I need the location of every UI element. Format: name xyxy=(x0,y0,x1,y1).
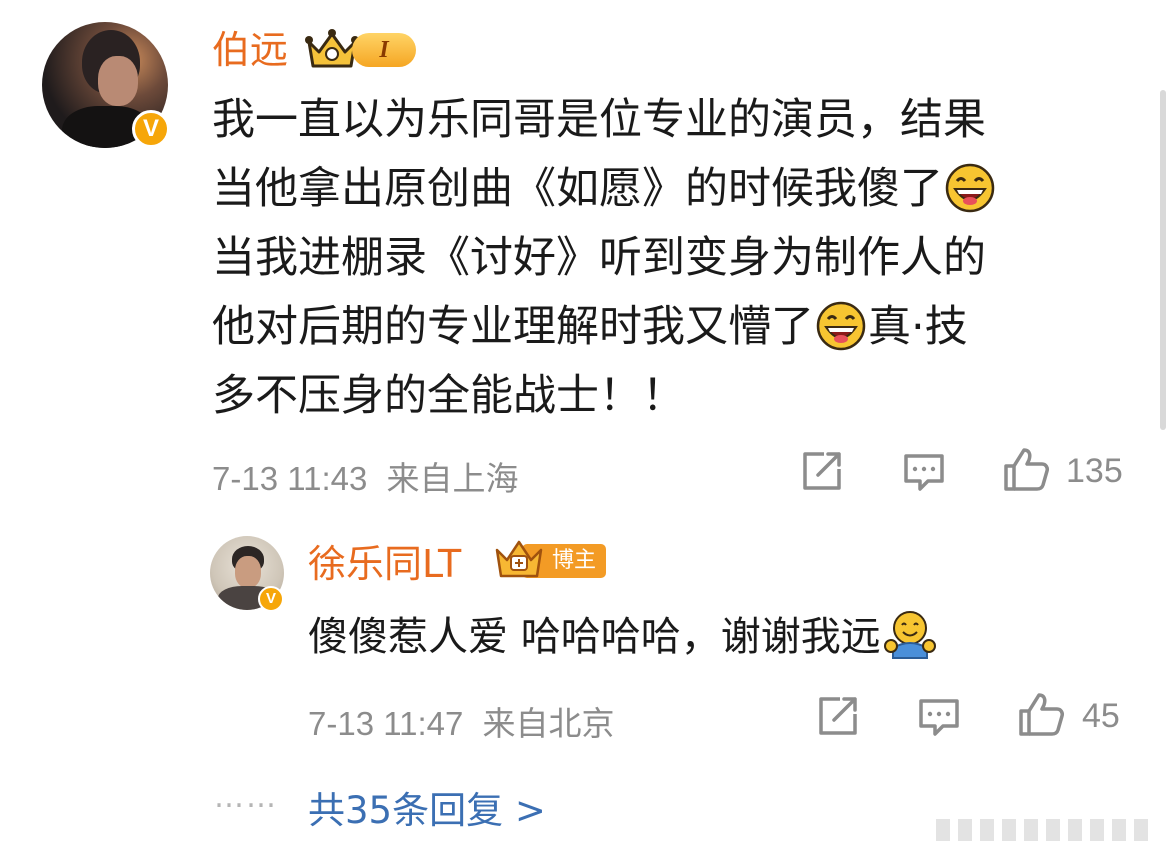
watermark xyxy=(936,819,1156,841)
reply-username[interactable]: 徐乐同LT xyxy=(308,545,461,583)
comment-icon[interactable] xyxy=(902,451,946,493)
more-replies-link[interactable]: 共35条回复 > xyxy=(308,780,546,834)
reply-time: 7-13 11:47 xyxy=(308,705,464,742)
comment-line-text: 真·技 xyxy=(868,302,968,352)
comment-location: 来自上海 xyxy=(386,460,519,497)
grin-emoji xyxy=(816,301,866,351)
reply-text: 傻傻惹人爱 哈哈哈哈，谢谢我远 xyxy=(308,614,881,660)
reply-body: 傻傻惹人爱 哈哈哈哈，谢谢我远 xyxy=(308,608,939,662)
share-icon[interactable] xyxy=(800,449,844,493)
like-count: 45 xyxy=(1082,697,1120,735)
verified-badge-icon: V xyxy=(132,110,170,148)
more-replies-dots: …… xyxy=(214,780,278,815)
comment-line-text: 他对后期的专业理解时我又懵了 xyxy=(212,302,814,352)
crown-icon xyxy=(305,28,359,72)
scrollbar[interactable] xyxy=(1160,90,1166,430)
comment-meta: 7-13 11:43 来自上海 xyxy=(212,452,519,500)
hug-emoji xyxy=(883,608,937,662)
comment-line: 我一直以为乐同哥是位专业的演员，结果 xyxy=(212,95,986,145)
like-icon[interactable] xyxy=(1017,691,1065,737)
comment-icon[interactable] xyxy=(917,696,961,738)
host-badge: 博主 xyxy=(494,540,607,578)
reply-location: 来自北京 xyxy=(482,705,615,742)
comment-line: 当我进棚录《讨好》听到变身为制作人的 xyxy=(212,233,986,283)
level-badge: I xyxy=(352,33,416,67)
like-icon[interactable] xyxy=(1002,446,1050,492)
crown-icon xyxy=(494,538,544,582)
avatar-boyuan[interactable]: V xyxy=(42,22,170,148)
comment-line: 多不压身的全能战士！！ xyxy=(212,371,685,421)
verified-badge-icon: V xyxy=(258,586,284,612)
comment-time: 7-13 11:43 xyxy=(212,460,368,497)
comment-body: 我一直以为乐同哥是位专业的演员，结果 当他拿出原创曲《如愿》的时候我傻了 当我进… xyxy=(212,86,1112,431)
comment-line-text: 当他拿出原创曲《如愿》的时候我傻了 xyxy=(212,164,943,214)
comment-line: 当他拿出原创曲《如愿》的时候我傻了 xyxy=(212,155,1112,224)
grin-emoji xyxy=(945,163,995,213)
comment-line: 他对后期的专业理解时我又懵了 真·技 xyxy=(212,293,1112,362)
reply-meta: 7-13 11:47 来自北京 xyxy=(308,697,615,745)
share-icon[interactable] xyxy=(816,694,860,738)
avatar-xuletong[interactable]: V xyxy=(210,536,284,612)
comment-username[interactable]: 伯远 xyxy=(212,31,288,69)
like-count: 135 xyxy=(1066,452,1123,490)
